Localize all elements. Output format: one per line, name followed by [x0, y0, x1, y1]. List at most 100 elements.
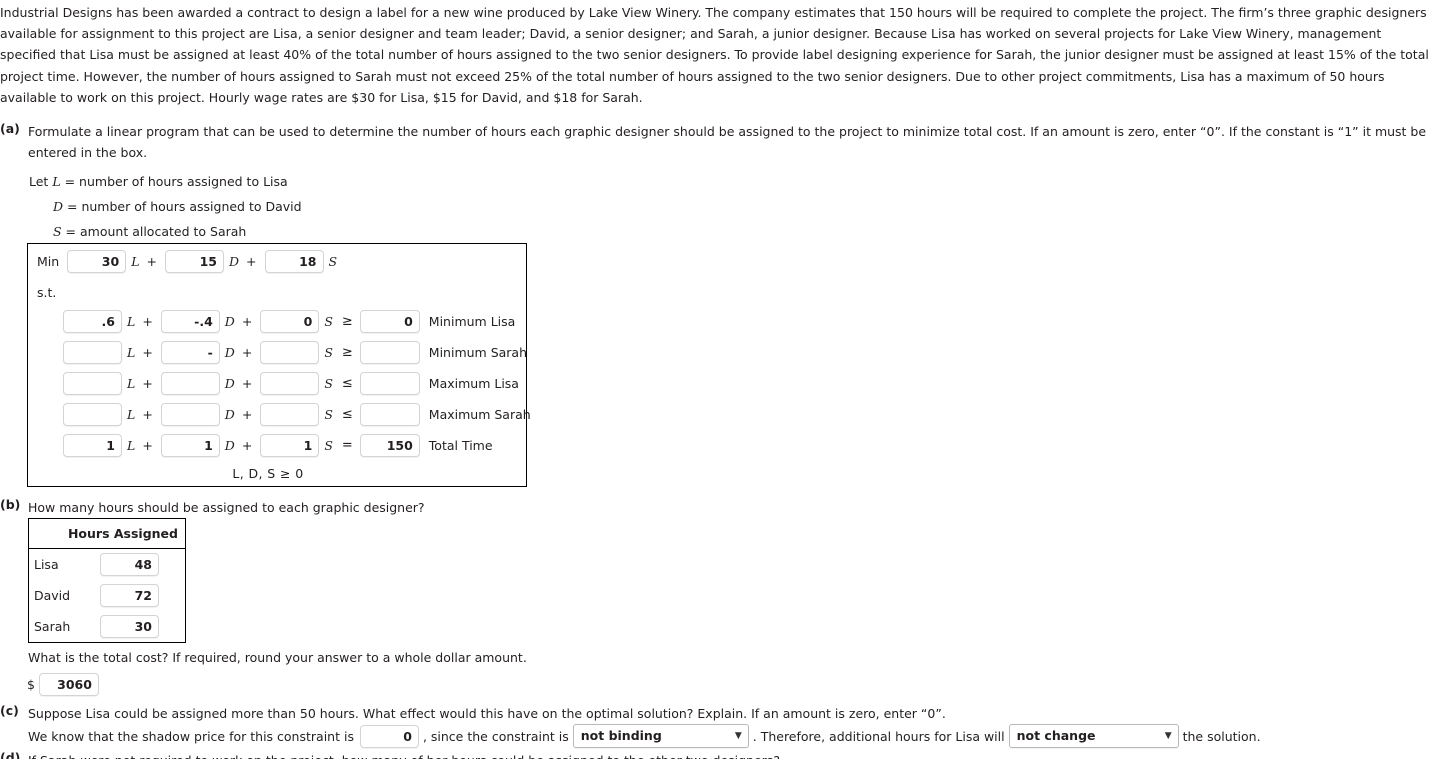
constraint-2-coef-l-input[interactable]: [63, 372, 122, 395]
definition-david: D = number of hours assigned to David: [29, 194, 302, 219]
question-c-text: Suppose Lisa could be assigned more than…: [28, 706, 946, 721]
shadow-price-therefore-text: . Therefore, additional hours for Lisa w…: [752, 728, 1005, 744]
definition-david-text: = number of hours assigned to David: [63, 199, 302, 215]
constraint-2-coef-s-input[interactable]: [260, 372, 320, 395]
question-b: (b) How many hours should be assigned to…: [0, 497, 900, 518]
shadow-price-input[interactable]: [359, 724, 419, 748]
constraint-0-plus-2: +: [241, 314, 253, 329]
objective-coef-david-input[interactable]: [164, 250, 224, 273]
hours-assigned-header: Hours Assigned: [28, 518, 186, 549]
effect-dropdown[interactable]: not change ▼: [1008, 724, 1179, 748]
objective-plus-1: +: [146, 254, 157, 269]
hours-lisa-input[interactable]: [100, 553, 159, 576]
constraint-4-rhs-input[interactable]: [359, 434, 420, 457]
constraint-1-plus-1: +: [142, 345, 153, 360]
constraint-1-coef-l-input[interactable]: [63, 341, 122, 364]
question-a: (a) Formulate a linear program that can …: [0, 121, 1440, 163]
let-prefix: Let: [29, 174, 53, 189]
total-cost-input[interactable]: [38, 673, 99, 696]
variable-definitions: Let L = number of hours assigned to Lisa…: [29, 169, 302, 245]
constraint-2-rhs-input[interactable]: [359, 372, 420, 395]
binding-status-value: not binding: [580, 728, 662, 743]
constraint-2-var-l: L: [127, 376, 136, 391]
constraint-0-var-d: D: [224, 314, 235, 329]
constraint-1-name: Minimum Sarah: [428, 345, 528, 360]
nonnegativity-constraint: L, D, S ≥ 0: [232, 466, 304, 481]
total-cost-question: What is the total cost? If required, rou…: [28, 650, 527, 665]
constraint-3-coef-l-input[interactable]: [63, 403, 122, 426]
objective-coef-lisa-input[interactable]: [67, 250, 127, 273]
constraint-3-plus-1: +: [142, 407, 153, 422]
variable-s: S: [53, 224, 62, 240]
worksheet-page: Industrial Designs has been awarded a co…: [0, 0, 1450, 759]
constraint-0-coef-l-input[interactable]: [63, 310, 122, 333]
problem-statement: Industrial Designs has been awarded a co…: [0, 5, 1429, 105]
constraint-3-var-l: L: [127, 407, 136, 422]
row-name-lisa: Lisa: [34, 557, 59, 572]
subject-to-label: s.t.: [37, 285, 57, 300]
constraint-4-relation: =: [341, 438, 353, 453]
constraint-3-rhs-input[interactable]: [359, 403, 420, 426]
constraint-4-coef-s-input[interactable]: [260, 434, 320, 457]
objective-plus-2: +: [246, 254, 257, 269]
objective-var-s: S: [328, 254, 338, 269]
binding-status-dropdown[interactable]: not binding ▼: [572, 724, 749, 748]
shadow-price-suffix-text: the solution.: [1182, 728, 1261, 744]
constraint-3-relation: ≤: [341, 407, 353, 422]
constraint-4-var-l: L: [127, 438, 136, 453]
objective-function-row: Min L + D + S: [37, 250, 344, 273]
hours-sarah-input[interactable]: [100, 615, 159, 638]
constraint-0-coef-d-input[interactable]: [160, 310, 220, 333]
total-cost-answer-row: $: [27, 673, 99, 696]
constraint-row-minimum-lisa: L + D + S ≥ Minimum Lisa: [63, 306, 531, 337]
constraint-4-plus-1: +: [142, 438, 153, 453]
table-header-row: Hours Assigned: [28, 518, 186, 549]
question-c-label: (c): [0, 703, 19, 718]
question-d-text: If Sarah were not required to work on th…: [28, 750, 780, 759]
row-name-sarah: Sarah: [34, 619, 71, 634]
variable-l: L: [52, 174, 61, 189]
table-row: David: [29, 580, 186, 611]
effect-value: not change: [1016, 728, 1096, 743]
hours-assigned-table: Hours Assigned Lisa David Sarah: [28, 518, 186, 643]
constraint-3-coef-d-input[interactable]: [160, 403, 220, 426]
definition-sarah-text: = amount allocated to Sarah: [61, 224, 247, 240]
constraint-row-maximum-lisa: L + D + S ≤ Maximum Lisa: [63, 368, 531, 399]
question-c: (c) Suppose Lisa could be assigned more …: [0, 703, 1440, 724]
objective-var-l: L: [131, 254, 140, 269]
constraint-0-coef-s-input[interactable]: [260, 310, 320, 333]
constraint-row-minimum-sarah: L + D + S ≥ Minimum Sarah: [63, 337, 531, 368]
constraint-0-plus-1: +: [142, 314, 153, 329]
constraint-0-var-l: L: [127, 314, 136, 329]
question-b-label: (b): [0, 497, 21, 512]
constraint-0-rhs-input[interactable]: [359, 310, 420, 333]
constraint-4-var-d: D: [224, 438, 235, 453]
constraint-2-var-d: D: [224, 376, 235, 391]
constraint-1-coef-s-input[interactable]: [260, 341, 320, 364]
hours-david-input[interactable]: [100, 584, 159, 607]
shadow-price-prefix-text: We know that the shadow price for this c…: [28, 728, 354, 744]
row-name-david: David: [34, 588, 71, 603]
constraint-1-plus-2: +: [241, 345, 253, 360]
constraint-0-var-s: S: [324, 314, 333, 329]
table-row: Sarah: [29, 611, 186, 643]
constraint-1-rhs-input[interactable]: [359, 341, 420, 364]
chevron-down-icon: ▼: [1164, 731, 1172, 741]
constraint-3-coef-s-input[interactable]: [260, 403, 320, 426]
constraint-2-name: Maximum Lisa: [428, 376, 519, 391]
constraint-0-name: Minimum Lisa: [428, 314, 516, 329]
constraint-1-var-l: L: [127, 345, 136, 360]
constraint-1-var-d: D: [224, 345, 235, 360]
constraint-2-coef-d-input[interactable]: [160, 372, 220, 395]
objective-coef-sarah-input[interactable]: [264, 250, 324, 273]
constraint-4-name: Total Time: [428, 438, 493, 453]
constraint-4-coef-l-input[interactable]: [63, 434, 122, 457]
question-b-text: How many hours should be assigned to eac…: [28, 500, 425, 515]
constraint-1-coef-d-input[interactable]: [160, 341, 220, 364]
question-d: (d) If Sarah were not required to work o…: [0, 750, 1440, 759]
constraint-2-plus-2: +: [241, 376, 253, 391]
constraint-3-plus-2: +: [241, 407, 253, 422]
chevron-down-icon: ▼: [734, 731, 742, 741]
constraint-3-var-s: S: [324, 407, 333, 422]
constraint-4-coef-d-input[interactable]: [160, 434, 220, 457]
